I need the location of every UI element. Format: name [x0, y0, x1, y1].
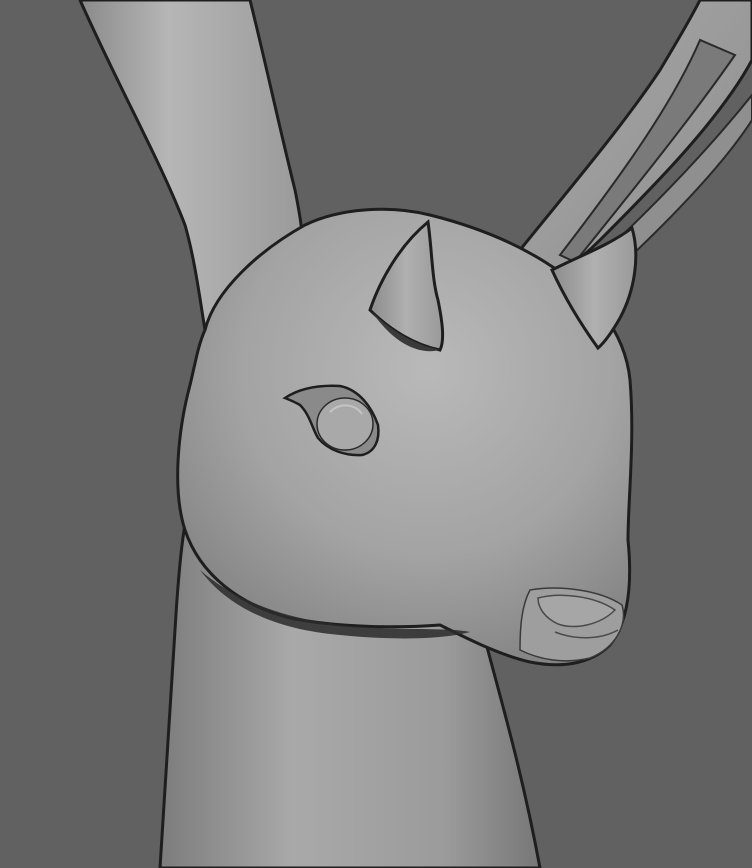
rabbit-model-render[interactable] — [0, 0, 752, 868]
3d-viewport[interactable] — [0, 0, 752, 868]
